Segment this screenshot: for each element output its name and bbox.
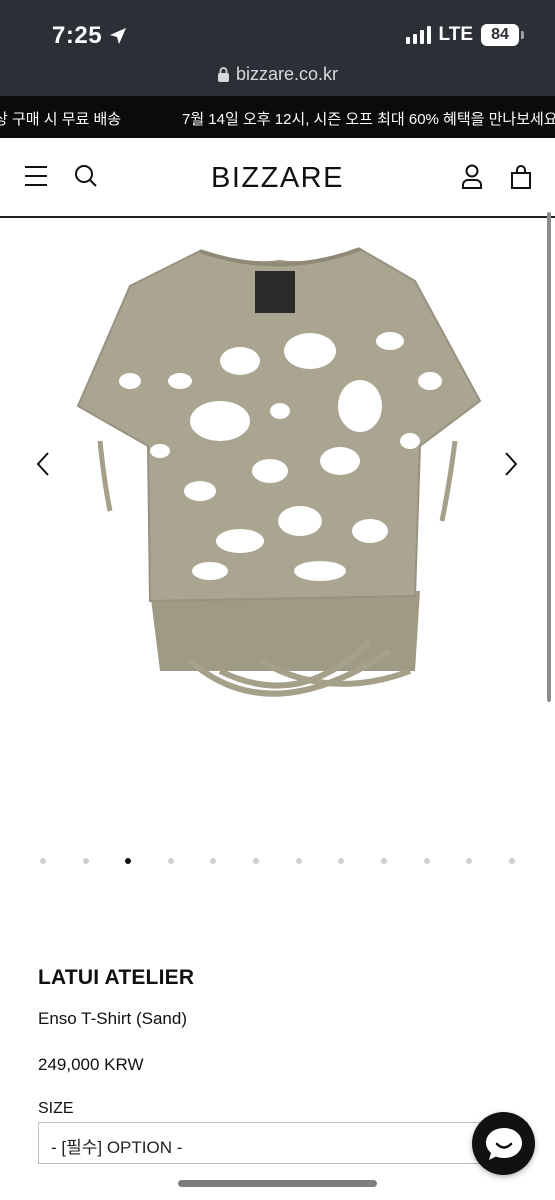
bag-icon[interactable] xyxy=(510,164,532,190)
announcement-main: 7월 14일 오후 12시, 시즌 오프 최대 60% 혜택을 만나보세요 xyxy=(182,111,555,128)
gallery-dot[interactable] xyxy=(168,858,174,864)
size-option-select[interactable]: - [필수] OPTION - xyxy=(38,1122,528,1164)
location-arrow-icon xyxy=(110,28,127,44)
size-label: SIZE xyxy=(38,1100,74,1117)
product-brand[interactable]: LATUI ATELIER xyxy=(38,966,194,990)
product-price: 249,000 KRW xyxy=(38,1055,144,1074)
status-bar: 7:25 LTE 84 bizzare.co.kr xyxy=(0,0,555,96)
battery-level: 84 xyxy=(491,26,509,43)
battery-icon: 84 xyxy=(481,24,524,46)
gallery-dot[interactable] xyxy=(40,858,46,864)
status-time-group: 7:25 xyxy=(52,22,128,50)
gallery-dot[interactable] xyxy=(253,858,259,864)
announcement-bar[interactable]: 상 구매 시 무료 배송 7월 14일 오후 12시, 시즌 오프 최대 60%… xyxy=(0,96,555,138)
signal-icon xyxy=(405,26,431,44)
status-indicators: LTE 84 xyxy=(405,24,524,46)
previous-image-arrow-icon[interactable] xyxy=(32,451,54,477)
size-option-value: - [필수] OPTION - xyxy=(51,1138,183,1157)
lock-icon xyxy=(217,67,229,82)
gallery-dot-active[interactable] xyxy=(125,858,131,864)
gallery-dot[interactable] xyxy=(296,858,302,864)
gallery-pagination[interactable] xyxy=(0,858,555,870)
home-indicator[interactable] xyxy=(178,1180,377,1187)
gallery-dot[interactable] xyxy=(338,858,344,864)
gallery-dot[interactable] xyxy=(210,858,216,864)
page-scrollbar[interactable] xyxy=(547,212,551,702)
product-gallery[interactable] xyxy=(0,219,555,839)
product-image[interactable] xyxy=(70,231,490,731)
site-header: BIZZARE xyxy=(0,138,555,218)
gallery-dot[interactable] xyxy=(466,858,472,864)
gallery-dot[interactable] xyxy=(509,858,515,864)
gallery-dot[interactable] xyxy=(424,858,430,864)
chat-bubble-icon xyxy=(485,1127,522,1160)
chat-button[interactable] xyxy=(472,1112,535,1175)
user-icon[interactable] xyxy=(460,164,484,190)
url-bar[interactable]: bizzare.co.kr xyxy=(0,64,555,85)
status-time: 7:25 xyxy=(52,22,103,49)
announcement-left: 상 구매 시 무료 배송 xyxy=(0,111,122,128)
next-image-arrow-icon[interactable] xyxy=(500,451,522,477)
url-text: bizzare.co.kr xyxy=(235,64,339,84)
network-label: LTE xyxy=(438,24,473,45)
gallery-dot[interactable] xyxy=(83,858,89,864)
gallery-dot[interactable] xyxy=(381,858,387,864)
product-name: Enso T-Shirt (Sand) xyxy=(38,1009,187,1028)
